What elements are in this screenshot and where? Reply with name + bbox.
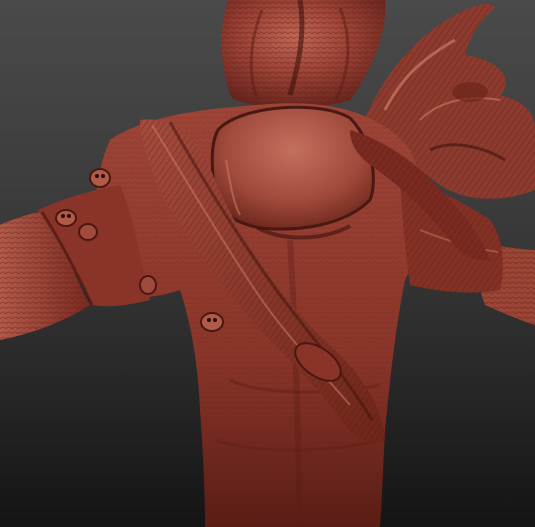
sculpt-render xyxy=(0,0,535,527)
left-arm xyxy=(0,185,150,340)
sculpt-viewport[interactable] xyxy=(0,0,535,527)
head-crest xyxy=(221,0,386,108)
